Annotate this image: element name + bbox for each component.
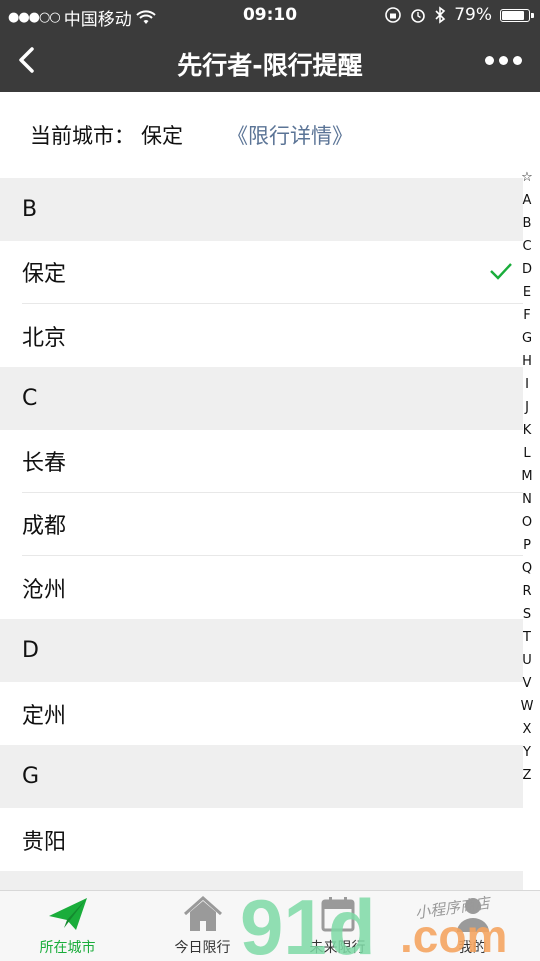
section-header-g: G (0, 745, 523, 808)
city-item-baoding[interactable]: 保定 (22, 241, 523, 304)
tab-label: 今日限行 (174, 940, 231, 956)
tab-today-restriction[interactable]: 今日限行 (135, 891, 270, 961)
city-item-changchun[interactable]: 长春 (22, 430, 523, 493)
index-letter[interactable]: K (519, 419, 535, 442)
tab-current-city[interactable]: 所在城市 (0, 891, 135, 961)
index-letter[interactable]: I (519, 373, 535, 396)
more-options-button[interactable] (485, 56, 522, 65)
paper-plane-icon (48, 898, 87, 930)
restriction-details-link[interactable]: 《限行详情》 (227, 120, 353, 150)
dot-icon (485, 56, 494, 65)
index-letter[interactable]: H (519, 350, 535, 373)
battery-icon (500, 8, 534, 22)
city-name: 成都 (22, 514, 67, 539)
status-bar: ●●●○○ 中国移动 09:10 79% (0, 0, 540, 30)
tab-mine[interactable]: 我的 (405, 891, 540, 961)
city-name: 长春 (22, 451, 67, 476)
rotation-lock-icon (385, 7, 402, 23)
index-letter[interactable]: P (519, 534, 535, 557)
dot-icon (513, 56, 522, 65)
city-list: B 保定 北京 C 长春 成都 沧州 D 定州 G 贵阳 (0, 178, 523, 934)
navigation-bar: 先行者-限行提醒 (0, 30, 540, 92)
current-city-label: 当前城市： (30, 124, 135, 148)
city-item-cangzhou[interactable]: 沧州 (22, 556, 523, 619)
section-header-c: C (0, 367, 523, 430)
index-letter[interactable]: U (519, 649, 535, 672)
index-letter[interactable]: C (519, 235, 535, 258)
home-icon (183, 895, 222, 931)
checkmark-icon (490, 263, 512, 280)
battery-percent: 79% (454, 5, 492, 25)
index-letter[interactable]: J (519, 396, 535, 419)
calendar-icon (321, 897, 354, 932)
index-letter[interactable]: G (519, 327, 535, 350)
city-item-beijing[interactable]: 北京 (22, 304, 523, 367)
index-letter[interactable]: B (519, 212, 535, 235)
alphabet-index-bar[interactable]: ☆ A B C D E F G H I J K L M N O P Q R S T U V W X Y Z (519, 166, 535, 787)
dot-icon (499, 56, 508, 65)
index-letter[interactable]: E (519, 281, 535, 304)
index-letter[interactable]: Q (519, 557, 535, 580)
city-name: 保定 (22, 262, 67, 287)
index-letter[interactable]: X (519, 718, 535, 741)
index-letter[interactable]: N (519, 488, 535, 511)
index-letter[interactable]: Y (519, 741, 535, 764)
index-letter[interactable]: R (519, 580, 535, 603)
city-item-dingzhou[interactable]: 定州 (22, 682, 523, 745)
tab-future-restriction[interactable]: 未来限行 (270, 891, 405, 961)
alarm-icon (411, 9, 426, 23)
city-name: 沧州 (22, 577, 67, 603)
bluetooth-icon (435, 6, 446, 24)
section-header-b: B (0, 178, 523, 241)
city-item-chengdu[interactable]: 成都 (22, 493, 523, 556)
current-city-value: 保定 (141, 124, 183, 148)
index-letter[interactable]: T (519, 626, 535, 649)
index-letter[interactable]: M (519, 465, 535, 488)
index-letter[interactable]: W (519, 695, 535, 718)
section-header-d: D (0, 619, 523, 682)
index-letter[interactable]: O (519, 511, 535, 534)
city-item-guiyang[interactable]: 贵阳 (22, 808, 523, 871)
index-letter[interactable]: V (519, 672, 535, 695)
index-letter[interactable]: S (519, 603, 535, 626)
current-city-row: 当前城市： 保定 《限行详情》 (0, 92, 540, 178)
index-letter[interactable]: L (519, 442, 535, 465)
city-name: 北京 (22, 325, 67, 351)
tab-label: 我的 (458, 940, 487, 956)
index-letter[interactable]: A (519, 189, 535, 212)
tab-label: 所在城市 (39, 940, 96, 956)
city-name: 贵阳 (22, 829, 67, 855)
index-letter[interactable]: F (519, 304, 535, 327)
page-title: 先行者-限行提醒 (177, 51, 363, 80)
index-letter[interactable]: Z (519, 764, 535, 787)
tab-bar: 所在城市 今日限行 未来限行 我的 (0, 890, 540, 961)
person-icon (456, 898, 489, 932)
tab-label: 未来限行 (309, 940, 366, 956)
index-letter[interactable]: D (519, 258, 535, 281)
index-letter[interactable]: ☆ (519, 166, 535, 189)
city-name: 定州 (22, 703, 67, 729)
